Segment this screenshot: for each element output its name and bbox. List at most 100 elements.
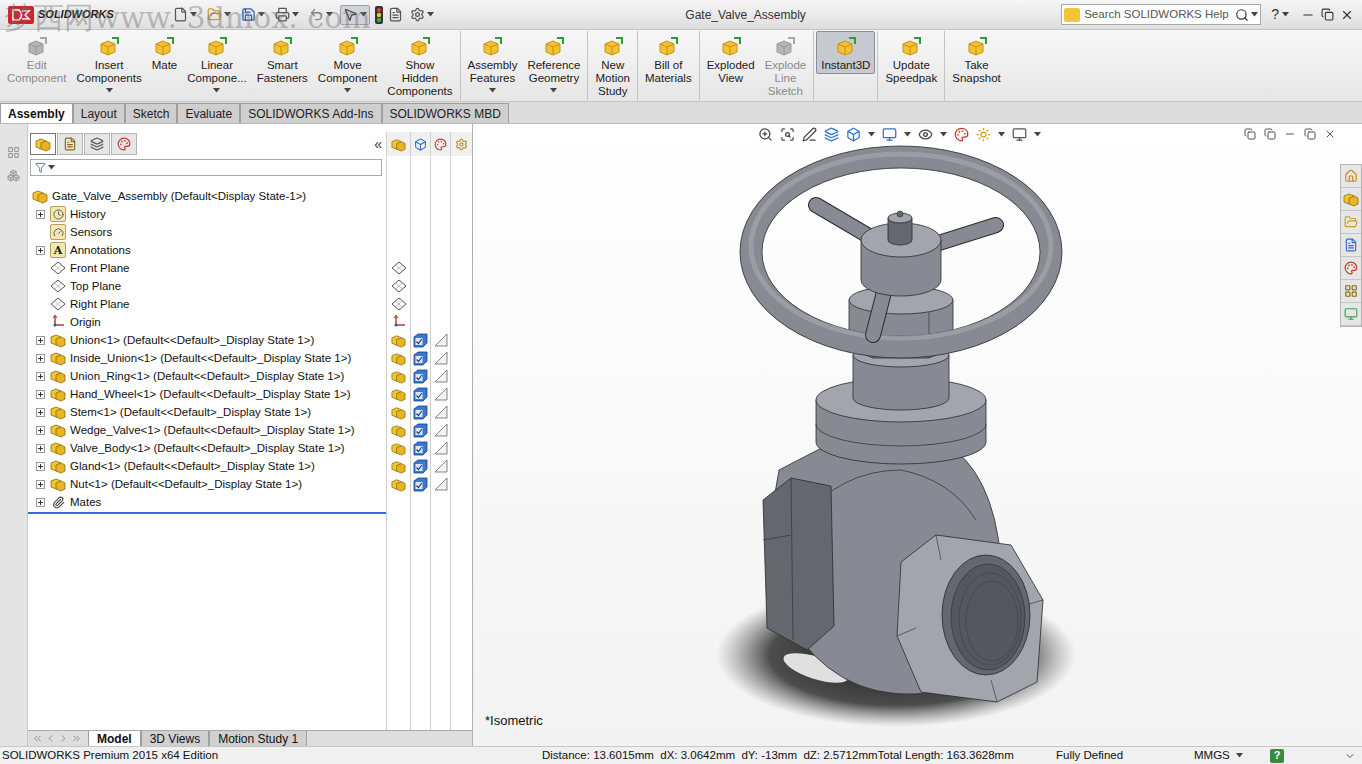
tree-item[interactable]: Gland<1> (Default<<Default>_Display Stat… [28, 457, 472, 475]
options-icon[interactable] [407, 5, 437, 25]
viewport-link-icon[interactable] [1264, 128, 1276, 140]
expand-icon[interactable] [36, 390, 45, 399]
task-pane-tab[interactable] [1341, 303, 1361, 326]
panel-tab[interactable] [30, 133, 56, 155]
component-view-icon[interactable] [7, 169, 20, 182]
toolbar-button[interactable]: ShowHiddenComponents [382, 31, 457, 100]
collapse-panel-button[interactable]: « [374, 134, 386, 155]
toolbar-button[interactable]: UpdateSpeedpak [880, 31, 942, 87]
app-logo[interactable]: SOLIDWORKS [0, 6, 170, 24]
viewport-split-icon[interactable] [1244, 128, 1256, 140]
units-selector[interactable]: MMGS [1194, 747, 1270, 764]
toolbar-button[interactable]: ExplodedView [702, 31, 760, 87]
section-view-icon[interactable] [824, 127, 839, 142]
status-help-button[interactable]: ? [1270, 749, 1284, 763]
expand-icon[interactable] [36, 498, 45, 507]
view-settings-icon[interactable] [1012, 127, 1027, 142]
task-pane-tab[interactable] [1341, 165, 1361, 188]
command-tab[interactable]: Sketch [125, 103, 178, 123]
tree-item[interactable]: Inside_Union<1> (Default<<Default>_Displ… [28, 349, 472, 367]
tree-item[interactable]: Stem<1> (Default<<Default>_Display State… [28, 403, 472, 421]
toolbar-button[interactable]: Bill ofMaterials [640, 31, 697, 87]
toolbar-button[interactable]: Mate [147, 31, 183, 74]
scroll-prev-icon[interactable] [45, 733, 56, 744]
panel-tab[interactable] [111, 133, 137, 155]
toolbar-button[interactable]: TakeSnapshot [947, 31, 1006, 87]
tree-item[interactable]: Wedge_Valve<1> (Default<<Default>_Displa… [28, 421, 472, 439]
bottom-tab[interactable]: Motion Study 1 [209, 731, 307, 746]
graphics-area[interactable]: *Isometric [472, 124, 1362, 746]
zoom-fit-icon[interactable] [758, 127, 773, 142]
display-mode-icon[interactable] [414, 138, 427, 151]
close-icon[interactable] [1340, 8, 1354, 22]
toolbar-button[interactable]: Instant3D [816, 31, 875, 74]
viewport-restore-icon[interactable] [1304, 128, 1316, 140]
expand-icon[interactable] [36, 480, 45, 489]
tree-item[interactable]: Valve_Body<1> (Default<<Default>_Display… [28, 439, 472, 457]
tree-item[interactable]: Union_Ring<1> (Default<<Default>_Display… [28, 367, 472, 385]
expand-icon[interactable] [36, 354, 45, 363]
expand-icon[interactable] [36, 462, 45, 471]
viewport-minimize-icon[interactable] [1284, 128, 1296, 140]
tree-item[interactable]: Hand_Wheel<1> (Default<<Default>_Display… [28, 385, 472, 403]
toolbar-button[interactable]: ExplodeLineSketch [760, 31, 812, 100]
toolbar-button[interactable]: ReferenceGeometry [522, 31, 585, 95]
expand-icon[interactable] [36, 372, 45, 381]
transparency-icon[interactable] [455, 138, 468, 151]
open-icon[interactable] [204, 5, 234, 25]
bottom-tab[interactable]: 3D Views [141, 731, 209, 746]
tree-filter-field[interactable] [30, 159, 382, 176]
scroll-next-icon[interactable] [58, 733, 69, 744]
toolbar-button[interactable]: MoveComponent [313, 31, 382, 95]
print-icon[interactable] [272, 5, 302, 25]
tree-item[interactable]: Union<1> (Default<<Default>_Display Stat… [28, 331, 472, 349]
tree-item[interactable]: History [28, 205, 472, 223]
task-pane-tab[interactable] [1341, 211, 1361, 234]
command-tab[interactable]: Assembly [0, 103, 73, 123]
restore-icon[interactable] [1321, 8, 1334, 21]
valve-model[interactable] [473, 124, 1362, 746]
previous-view-icon[interactable] [802, 127, 817, 142]
hide-show-icon[interactable] [918, 127, 933, 142]
expand-icon[interactable] [36, 444, 45, 453]
save-icon[interactable] [238, 5, 268, 25]
scroll-last-icon[interactable] [71, 733, 82, 744]
file-properties-icon[interactable] [388, 7, 403, 22]
view-orientation-icon[interactable] [846, 127, 861, 142]
tree-item[interactable]: Mates [28, 493, 472, 511]
minimize-icon[interactable] [1301, 8, 1315, 22]
task-pane-tab[interactable] [1341, 280, 1361, 303]
command-tab[interactable]: SOLIDWORKS Add-Ins [240, 103, 381, 123]
panel-tab[interactable] [57, 133, 83, 155]
expand-icon[interactable] [36, 210, 45, 219]
tree-item[interactable]: Sensors [28, 223, 472, 241]
viewport-close-icon[interactable] [1324, 128, 1336, 140]
bottom-tab[interactable]: Model [88, 731, 141, 746]
help-search-field[interactable]: Search SOLIDWORKS Help [1061, 4, 1261, 25]
edit-appearance-icon[interactable] [954, 127, 969, 142]
expand-icon[interactable] [36, 408, 45, 417]
expand-icon[interactable] [36, 246, 45, 255]
task-pane-tab[interactable] [1341, 234, 1361, 257]
tree-item[interactable]: AAnnotations [28, 241, 472, 259]
display-style-icon[interactable] [882, 127, 897, 142]
rollback-bar[interactable] [28, 512, 386, 514]
tree-item[interactable]: Nut<1> (Default<<Default>_Display State … [28, 475, 472, 493]
command-tab[interactable]: SOLIDWORKS MBD [382, 103, 509, 123]
toolbar-button[interactable]: EditComponent [2, 31, 71, 87]
status-options-icon[interactable] [1344, 750, 1356, 762]
toolbar-button[interactable]: LinearCompone... [182, 31, 251, 95]
expand-icon[interactable] [36, 336, 45, 345]
select-icon[interactable] [340, 5, 370, 25]
scene-icon[interactable] [976, 127, 991, 142]
tree-display-icon[interactable] [7, 146, 20, 159]
tree-item[interactable]: Gate_Valve_Assembly (Default<Display Sta… [28, 187, 472, 205]
scroll-first-icon[interactable] [32, 733, 43, 744]
command-tab[interactable]: Evaluate [177, 103, 240, 123]
rebuild-icon[interactable] [374, 5, 384, 25]
tree-item[interactable]: Origin [28, 313, 472, 331]
toolbar-button[interactable]: NewMotionStudy [590, 31, 635, 100]
tree-item[interactable]: Top Plane [28, 277, 472, 295]
expand-icon[interactable] [36, 426, 45, 435]
tree-item[interactable]: Right Plane [28, 295, 472, 313]
